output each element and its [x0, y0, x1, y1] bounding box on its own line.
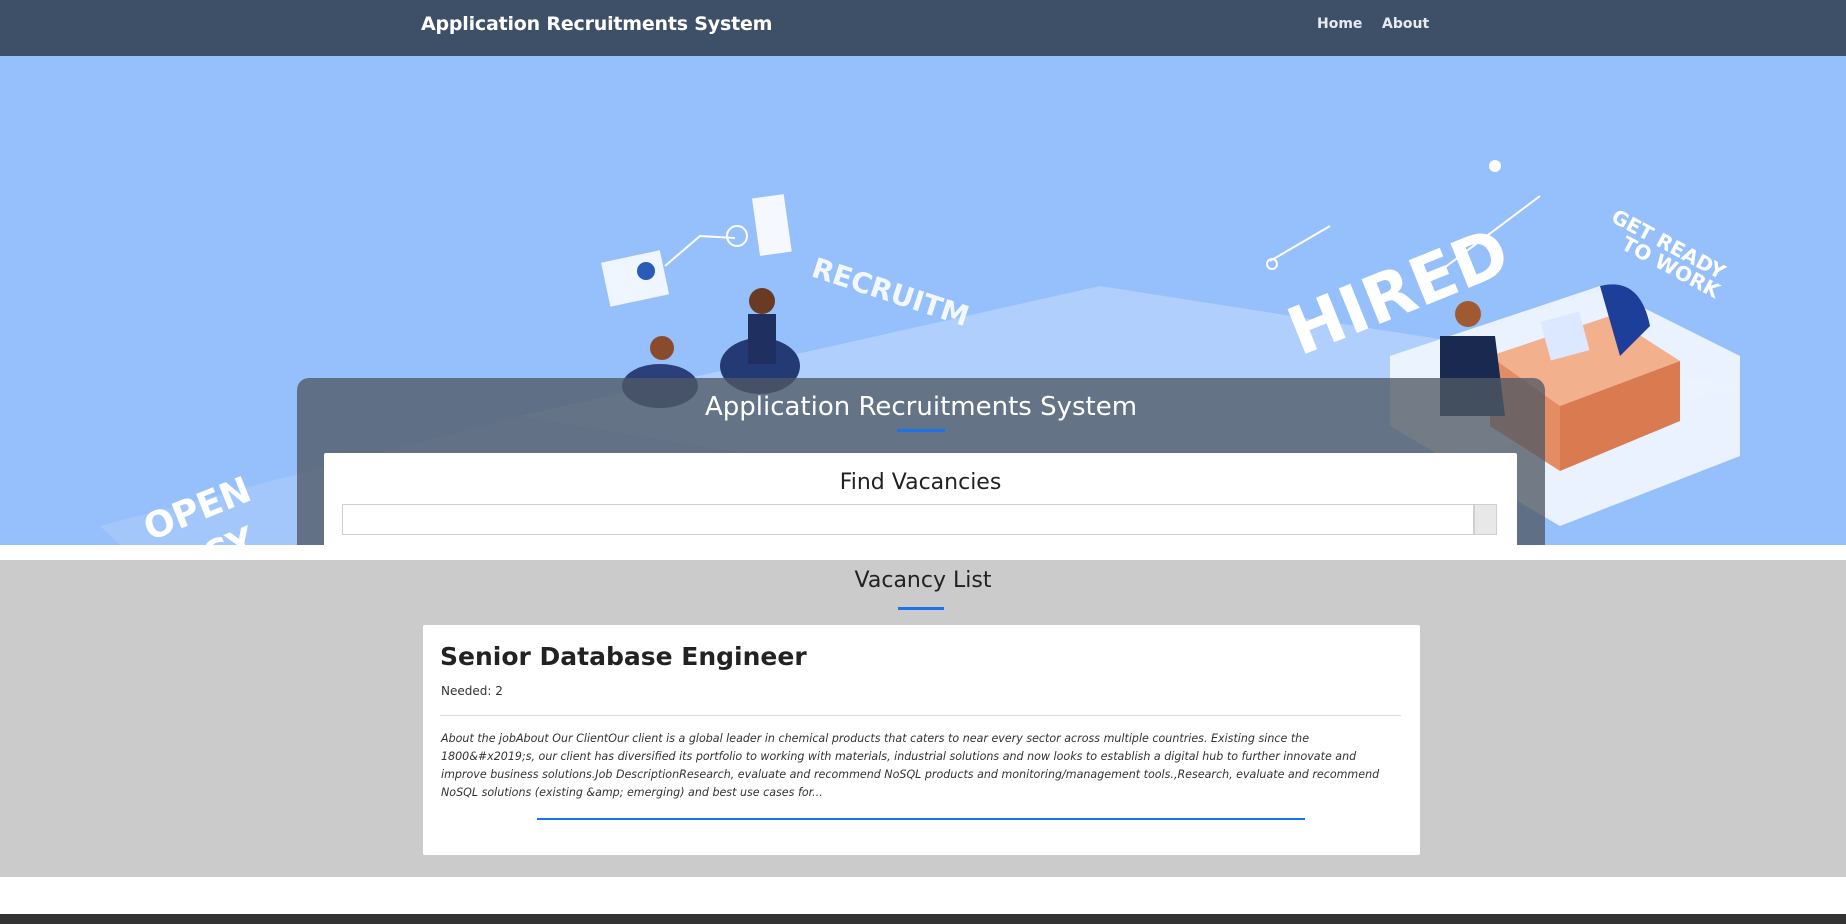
- hero-panel: Application Recruitments System Find Vac…: [297, 378, 1545, 545]
- search-button[interactable]: [1474, 504, 1497, 535]
- needed-value: 2: [495, 684, 503, 698]
- job-title[interactable]: Senior Database Engineer: [440, 642, 807, 671]
- vacancy-card[interactable]: Senior Database Engineer Needed: 2 About…: [423, 625, 1420, 855]
- card-accent-line: [537, 818, 1305, 820]
- hero-title: Application Recruitments System: [704, 392, 1138, 422]
- hero-banner: RECRUITM HIRED GET READY TO WORK OPEN AN…: [0, 56, 1846, 545]
- needed-label: Needed:: [441, 684, 492, 698]
- brand-title[interactable]: Application Recruitments System: [421, 13, 772, 35]
- vacancy-list-title: Vacancy List: [854, 568, 992, 593]
- search-input[interactable]: [342, 504, 1474, 535]
- nav-about-link[interactable]: About: [1382, 16, 1429, 32]
- search-card: Find Vacancies: [324, 453, 1517, 545]
- nav-home-link[interactable]: Home: [1317, 16, 1362, 32]
- footer-bar: [0, 914, 1846, 924]
- needed-count: Needed: 2: [441, 684, 503, 698]
- hero-recruit-text: RECRUITM: [808, 251, 973, 333]
- search-title: Find Vacancies: [839, 470, 1002, 495]
- vacancy-section: Vacancy List Senior Database Engineer Ne…: [0, 560, 1846, 877]
- navbar: Application Recruitments System Home Abo…: [0, 0, 1846, 56]
- hero-title-underline: [897, 429, 945, 432]
- job-description: About the jobAbout Our ClientOur client …: [441, 732, 1380, 799]
- card-divider: [440, 715, 1401, 716]
- vacancy-list-underline: [898, 607, 944, 610]
